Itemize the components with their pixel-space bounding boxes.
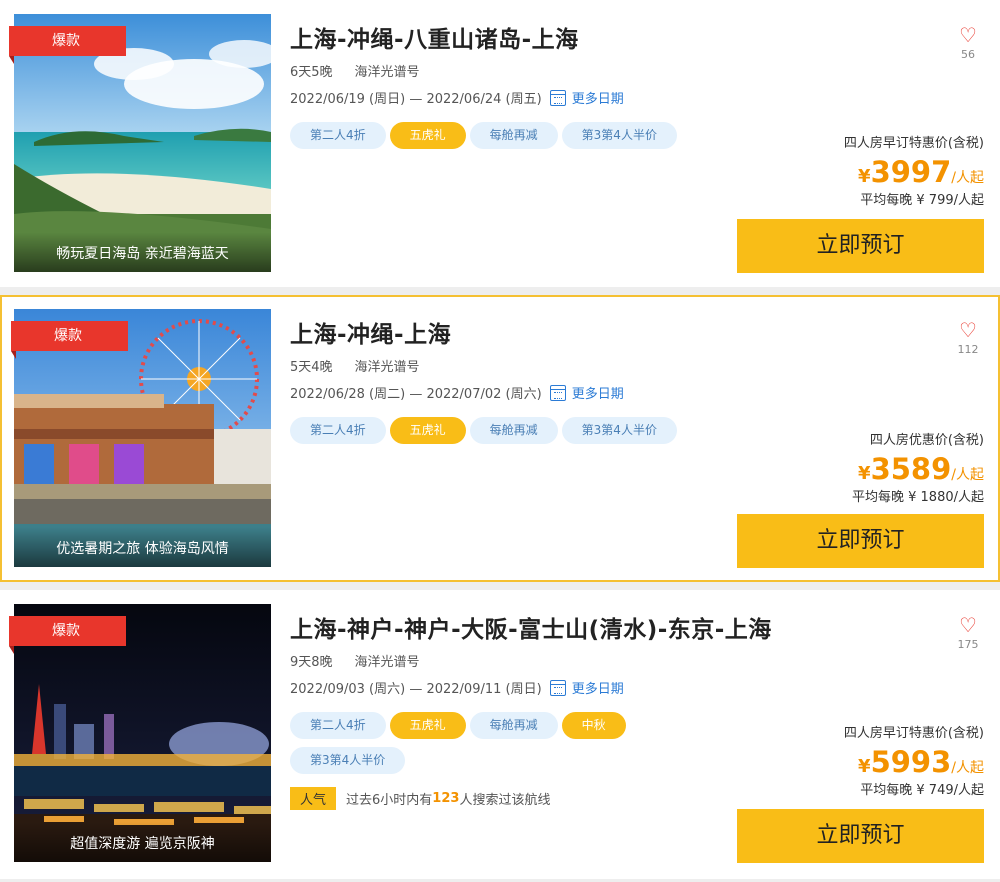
route-title[interactable]: 上海-冲绳-八重山诸岛-上海: [290, 20, 579, 54]
heart-icon[interactable]: ♡: [953, 614, 983, 636]
popular-text-post: 人搜索过该航线: [459, 793, 551, 808]
calendar-icon[interactable]: [549, 679, 566, 696]
more-dates-link[interactable]: 更多日期: [572, 383, 624, 402]
route-title[interactable]: 上海-神户-神户-大阪-富士山(清水)-东京-上海: [290, 610, 772, 644]
tag: 中秋: [561, 712, 626, 739]
favorite-toggle[interactable]: ♡ 56: [953, 24, 983, 61]
popularity-note: 人气 过去6小时内有 123 人搜索过该航线: [290, 787, 550, 810]
promo-tags: 第二人4折 五虎礼 每舱再减 中秋第3第4人半价: [290, 712, 690, 782]
price-amount: 3997: [870, 155, 952, 189]
image-caption: 超值深度游 遍览京阪神: [14, 822, 271, 862]
more-dates-link[interactable]: 更多日期: [572, 678, 624, 697]
route-title[interactable]: 上海-冲绳-上海: [290, 315, 451, 349]
avg-nightly-price: 平均每晚 ¥ 1880/人起: [852, 490, 984, 505]
image-caption: 畅玩夏日海岛 亲近碧海蓝天: [14, 232, 271, 272]
price: ¥3997/人起: [724, 155, 984, 189]
popular-count: 123: [432, 791, 460, 806]
price-label: 四人房早订特惠价(含税): [843, 726, 984, 741]
hot-badge: 爆款: [9, 26, 126, 64]
tag: 五虎礼: [389, 122, 466, 149]
book-now-button[interactable]: 立即预订: [737, 219, 984, 273]
calendar-icon[interactable]: [549, 89, 566, 106]
date-range: 2022/09/03 (周六) — 2022/09/11 (周日): [290, 682, 542, 697]
tag: 每舱再减: [469, 712, 558, 739]
trip-meta: 5天4晚 海洋光谱号: [290, 356, 420, 375]
popular-text-pre: 过去6小时内有: [346, 793, 433, 808]
promo-tags: 第二人4折 五虎礼 每舱再减 第3第4人半价: [290, 122, 730, 157]
hot-badge: 爆款: [11, 321, 128, 359]
calendar-icon[interactable]: [549, 384, 566, 401]
price-unit: /人起: [951, 467, 984, 483]
avg-nightly-price: 平均每晚 ¥ 799/人起: [860, 193, 984, 208]
price-amount: 5993: [870, 745, 952, 779]
date-range: 2022/06/28 (周二) — 2022/07/02 (周六): [290, 387, 542, 402]
price-unit: /人起: [951, 170, 984, 186]
book-now-button[interactable]: 立即预订: [737, 514, 984, 568]
tag: 第二人4折: [290, 712, 386, 739]
favorite-toggle[interactable]: ♡ 112: [953, 319, 983, 356]
duration: 9天8晚: [290, 655, 333, 670]
price-amount: 3589: [870, 452, 952, 486]
image-caption: 优选暑期之旅 体验海岛风情: [14, 527, 271, 567]
more-dates-link[interactable]: 更多日期: [572, 88, 624, 107]
sailing-dates: 2022/09/03 (周六) — 2022/09/11 (周日) 更多日期: [290, 678, 624, 697]
currency-symbol: ¥: [858, 463, 871, 484]
price-box: 四人房优惠价(含税) ¥3589/人起 平均每晚 ¥ 1880/人起: [724, 429, 984, 505]
book-now-button[interactable]: 立即预订: [737, 809, 984, 863]
tag: 每舱再减: [469, 122, 558, 149]
date-range: 2022/06/19 (周日) — 2022/06/24 (周五): [290, 92, 542, 107]
heart-icon[interactable]: ♡: [953, 319, 983, 341]
ship-name: 海洋光谱号: [354, 360, 420, 375]
price-label: 四人房优惠价(含税): [869, 433, 984, 448]
cruise-card[interactable]: 畅玩夏日海岛 亲近碧海蓝天 爆款 上海-冲绳-八重山诸岛-上海 6天5晚 海洋光谱…: [0, 0, 1000, 287]
ship-name: 海洋光谱号: [354, 65, 420, 80]
tag: 五虎礼: [389, 712, 466, 739]
price-label: 四人房早订特惠价(含税): [843, 136, 984, 151]
hot-badge: 爆款: [9, 616, 126, 654]
price-box: 四人房早订特惠价(含税) ¥3997/人起 平均每晚 ¥ 799/人起: [724, 132, 984, 208]
price-box: 四人房早订特惠价(含税) ¥5993/人起 平均每晚 ¥ 749/人起: [724, 722, 984, 798]
duration: 5天4晚: [290, 360, 333, 375]
tag: 第3第4人半价: [561, 122, 677, 149]
sailing-dates: 2022/06/19 (周日) — 2022/06/24 (周五) 更多日期: [290, 88, 624, 107]
cruise-card[interactable]: 超值深度游 遍览京阪神 爆款 上海-神户-神户-大阪-富士山(清水)-东京-上海…: [0, 590, 1000, 879]
ship-name: 海洋光谱号: [354, 655, 420, 670]
price: ¥5993/人起: [724, 745, 984, 779]
tag: 五虎礼: [389, 417, 466, 444]
tag: 每舱再减: [469, 417, 558, 444]
currency-symbol: ¥: [858, 166, 871, 187]
currency-symbol: ¥: [858, 756, 871, 777]
favorite-count: 112: [957, 343, 979, 356]
popular-label: 人气: [290, 787, 337, 810]
favorite-count: 56: [961, 48, 975, 61]
tag: 第3第4人半价: [290, 747, 406, 774]
trip-meta: 6天5晚 海洋光谱号: [290, 61, 420, 80]
tag: 第3第4人半价: [561, 417, 677, 444]
trip-meta: 9天8晚 海洋光谱号: [290, 651, 420, 670]
tag: 第二人4折: [290, 417, 386, 444]
favorite-toggle[interactable]: ♡ 175: [953, 614, 983, 651]
tag: 第二人4折: [290, 122, 386, 149]
cruise-card[interactable]: 优选暑期之旅 体验海岛风情 爆款 上海-冲绳-上海 5天4晚 海洋光谱号 2022…: [0, 295, 1000, 582]
avg-nightly-price: 平均每晚 ¥ 749/人起: [860, 783, 984, 798]
price-unit: /人起: [951, 760, 984, 776]
heart-icon[interactable]: ♡: [953, 24, 983, 46]
sailing-dates: 2022/06/28 (周二) — 2022/07/02 (周六) 更多日期: [290, 383, 624, 402]
price: ¥3589/人起: [724, 452, 984, 486]
duration: 6天5晚: [290, 65, 333, 80]
favorite-count: 175: [957, 638, 979, 651]
promo-tags: 第二人4折 五虎礼 每舱再减 第3第4人半价: [290, 417, 730, 452]
